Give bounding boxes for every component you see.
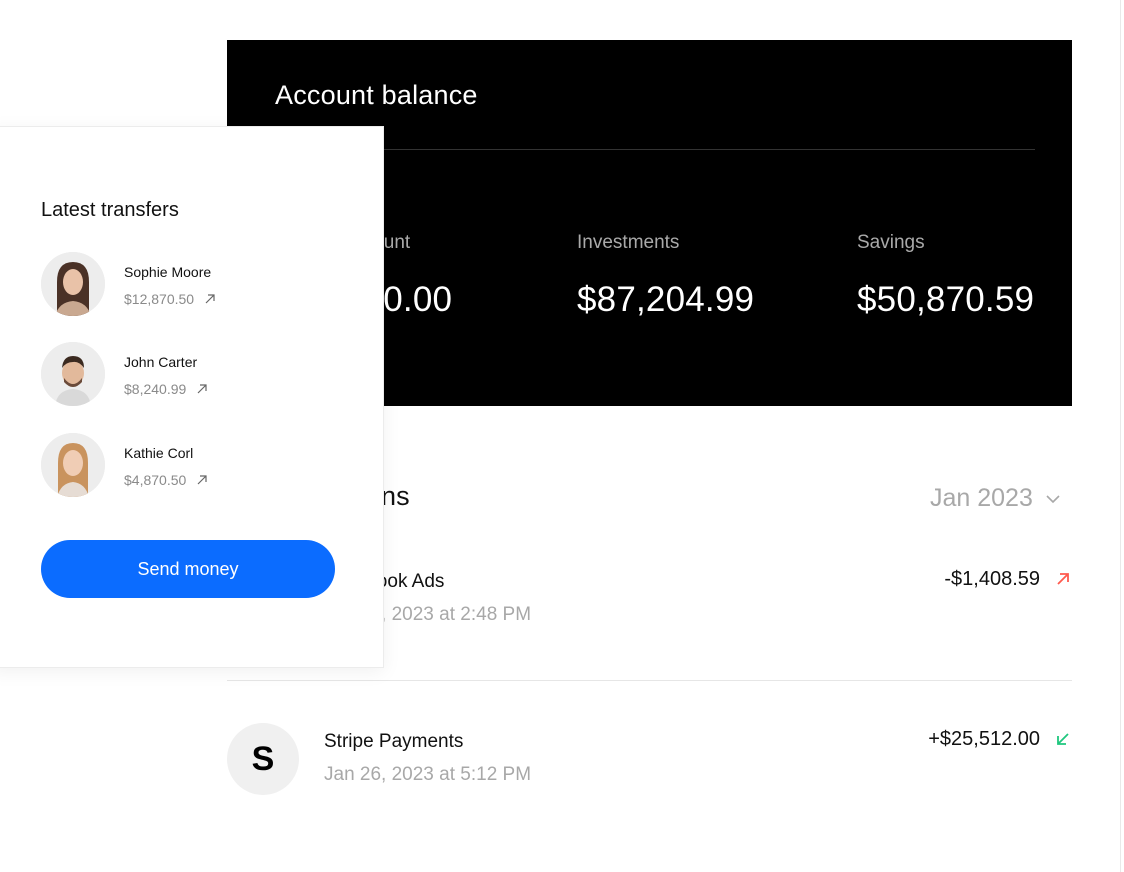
person-avatar-icon — [41, 252, 105, 316]
transfer-amount: $12,870.50 — [124, 291, 216, 307]
transfer-amount-value: $8,240.99 — [124, 381, 187, 397]
transaction-avatar-letter: S — [251, 739, 275, 778]
arrow-up-right-icon — [197, 384, 207, 394]
send-money-button[interactable]: Send money — [41, 540, 335, 598]
transaction-row[interactable]: S Stripe Payments Jan 26, 2023 at 5:12 P… — [227, 715, 1072, 805]
investments-balance: Investments $87,204.99 — [577, 232, 754, 320]
transfer-amount-value: $12,870.50 — [124, 291, 195, 307]
savings-balance: Savings $50,870.59 — [857, 232, 1034, 320]
transfer-person-name: Sophie Moore — [124, 264, 212, 280]
transfer-person-name: John Carter — [124, 354, 198, 370]
transaction-date: Jan 26, 2023 at 5:12 PM — [324, 764, 532, 785]
balance-label: Investments — [577, 232, 680, 253]
chevron-down-icon — [1046, 494, 1060, 503]
month-selector[interactable]: Jan 2023 — [930, 484, 1061, 513]
transfer-item[interactable]: Sophie Moore $12,870.50 — [41, 252, 361, 318]
avatar — [41, 433, 105, 497]
arrow-up-right-icon — [1057, 573, 1069, 585]
month-selector-value: Jan 2023 — [930, 484, 1033, 512]
stripe-logo-icon: S — [227, 723, 299, 795]
arrow-up-right-icon — [205, 294, 215, 304]
transfer-item[interactable]: John Carter $8,240.99 — [41, 342, 361, 408]
avatar — [41, 342, 105, 406]
arrow-down-left-icon — [1057, 733, 1069, 745]
transfer-amount-value: $4,870.50 — [124, 472, 187, 488]
balance-value: $87,204.99 — [577, 280, 755, 319]
latest-transfers-title: Latest transfers — [41, 199, 179, 221]
latest-transfers-card: Latest transfers Sophie Moore $12,870.50 — [0, 126, 384, 668]
transaction-divider — [227, 680, 1072, 681]
balance-label: Savings — [857, 232, 925, 253]
transfer-amount: $8,240.99 — [124, 381, 208, 397]
avatar — [41, 252, 105, 316]
page-edge-divider — [1120, 0, 1121, 872]
transfer-amount: $4,870.50 — [124, 472, 208, 488]
person-avatar-icon — [41, 342, 105, 406]
balance-value: $50,870.59 — [857, 280, 1035, 319]
transfer-item[interactable]: Kathie Corl $4,870.50 — [41, 433, 361, 499]
balance-divider — [275, 149, 1035, 150]
transaction-name: Stripe Payments — [324, 731, 464, 752]
transaction-amount: -$1,408.59 — [944, 568, 1040, 590]
person-avatar-icon — [41, 433, 105, 497]
transfer-person-name: Kathie Corl — [124, 445, 194, 461]
transaction-amount: +$25,512.00 — [928, 728, 1040, 750]
arrow-up-right-icon — [197, 475, 207, 485]
account-balance-title: Account balance — [275, 80, 478, 110]
